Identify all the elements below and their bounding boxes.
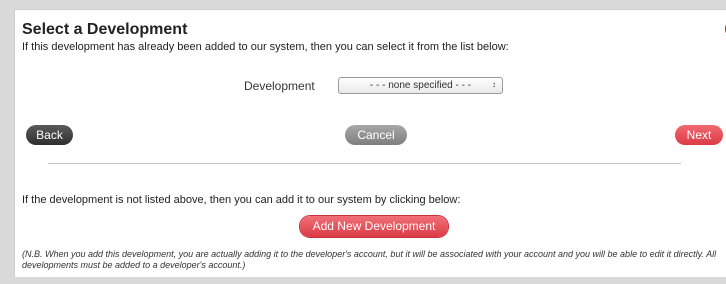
next-button[interactable]: Next — [675, 125, 723, 145]
select-caret-icon: ↕ — [492, 80, 496, 89]
select-development-dialog: ✕ Select a Development If this developme… — [14, 9, 726, 277]
development-label: Development — [244, 79, 315, 93]
note-text: (N.B. When you add this development, you… — [22, 249, 717, 270]
development-select-value: - - - none specified - - - — [369, 80, 472, 91]
back-button[interactable]: Back — [26, 125, 73, 145]
divider — [48, 163, 681, 164]
add-development-text: If the development is not listed above, … — [22, 194, 461, 206]
cancel-button[interactable]: Cancel — [345, 125, 407, 145]
development-select[interactable]: - - - none specified - - - ↕ — [338, 77, 503, 94]
add-new-development-button[interactable]: Add New Development — [300, 216, 448, 237]
intro-text: If this development has already been add… — [22, 41, 509, 53]
page-title: Select a Development — [22, 21, 188, 38]
